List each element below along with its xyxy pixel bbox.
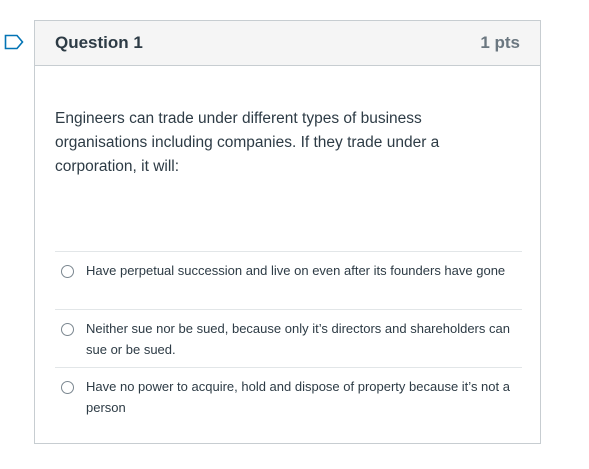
answer-label[interactable]: Neither sue nor be sued, because only it…: [86, 318, 516, 360]
answer-option-2[interactable]: Neither sue nor be sued, because only it…: [55, 309, 522, 367]
flag-question-icon[interactable]: [4, 34, 24, 50]
answer-option-3[interactable]: Have no power to acquire, hold and dispo…: [55, 367, 522, 425]
question-text: Engineers can trade under different type…: [55, 110, 440, 175]
radio-button[interactable]: [61, 381, 74, 394]
answer-label[interactable]: Have perpetual succession and live on ev…: [86, 260, 516, 281]
question-title: Question 1: [55, 33, 143, 52]
answer-option-1[interactable]: Have perpetual succession and live on ev…: [55, 251, 522, 309]
question-card: Question 1 1 pts Engineers can trade und…: [34, 20, 541, 444]
question-points: 1 pts: [480, 33, 520, 52]
answer-list: Have perpetual succession and live on ev…: [55, 251, 522, 425]
answer-label[interactable]: Have no power to acquire, hold and dispo…: [86, 376, 516, 418]
question-header: Question 1 1 pts: [35, 21, 540, 66]
radio-button[interactable]: [61, 265, 74, 278]
radio-button[interactable]: [61, 323, 74, 336]
